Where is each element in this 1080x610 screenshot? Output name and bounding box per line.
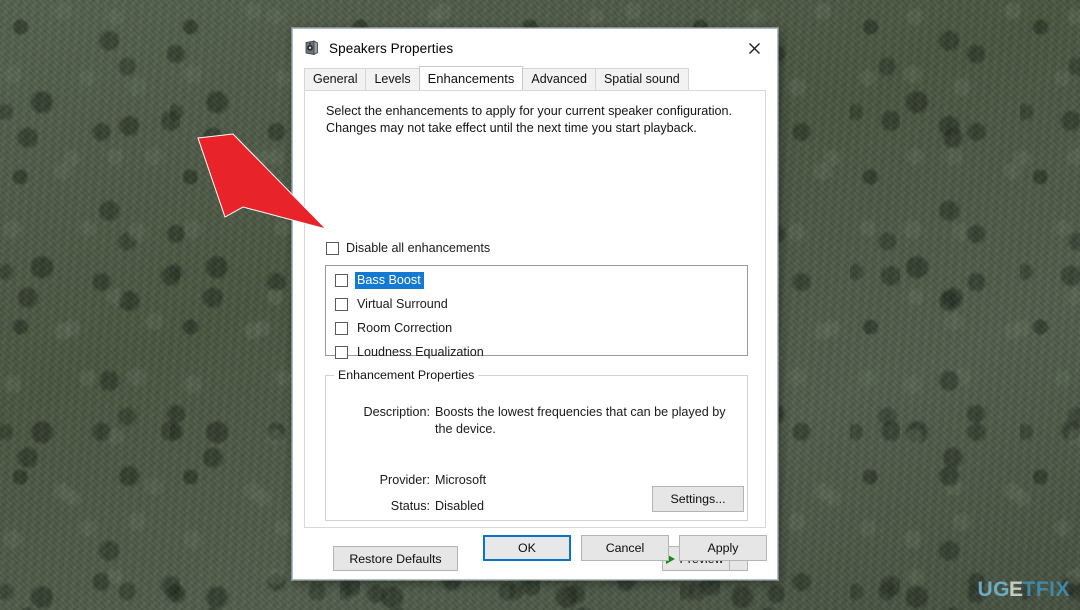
watermark-part-2: E bbox=[1008, 578, 1024, 601]
enhancements-list[interactable]: Bass Boost Virtual Surround Room Correct… bbox=[325, 265, 748, 359]
status-value: Disabled bbox=[435, 499, 485, 513]
tab-enhancements[interactable]: Enhancements bbox=[418, 66, 524, 90]
provider-row: Provider: Microsoft bbox=[362, 472, 487, 489]
intro-text: Select the enhancements to apply for you… bbox=[326, 104, 733, 135]
apply-button[interactable]: Apply bbox=[679, 535, 767, 561]
list-item-room-correction[interactable]: Room Correction bbox=[335, 320, 747, 337]
tab-general[interactable]: General bbox=[304, 68, 367, 90]
watermark-part-1: UG bbox=[977, 578, 1010, 601]
watermark-part-3: TFIX bbox=[1022, 578, 1070, 601]
enhancements-tab-panel: Select the enhancements to apply for you… bbox=[304, 90, 766, 571]
checkbox-unchecked-icon[interactable] bbox=[326, 242, 339, 255]
description-row: Description: Boosts the lowest frequenci… bbox=[362, 404, 734, 437]
settings-button[interactable]: Settings... bbox=[652, 486, 744, 512]
list-item-label: Room Correction bbox=[357, 321, 453, 335]
checkbox-unchecked-icon[interactable] bbox=[335, 298, 348, 311]
tab-advanced[interactable]: Advanced bbox=[522, 68, 596, 90]
enhancement-properties-group: Enhancement Properties Description: Boos… bbox=[325, 368, 748, 521]
list-item-label: Bass Boost bbox=[355, 272, 424, 289]
description-value: Boosts the lowest frequencies that can b… bbox=[435, 405, 726, 436]
disable-all-enhancements-checkbox-row[interactable]: Disable all enhancements bbox=[326, 241, 490, 256]
list-item-label: Loudness Equalization bbox=[357, 345, 484, 359]
title-bar: Speakers Properties bbox=[293, 29, 777, 67]
group-legend: Enhancement Properties bbox=[334, 368, 479, 382]
status-label: Status: bbox=[390, 499, 430, 513]
ugetfix-watermark: UG E TFIX bbox=[977, 578, 1070, 602]
provider-label: Provider: bbox=[379, 473, 430, 487]
tab-strip: General Levels Enhancements Advanced Spa… bbox=[293, 66, 777, 90]
tab-levels[interactable]: Levels bbox=[365, 68, 420, 90]
disable-all-enhancements-label: Disable all enhancements bbox=[346, 241, 491, 255]
window-title: Speakers Properties bbox=[329, 40, 454, 56]
speakers-properties-dialog: Speakers Properties General Levels Enhan… bbox=[292, 28, 778, 580]
checkbox-unchecked-icon[interactable] bbox=[335, 274, 348, 287]
list-item-bass-boost[interactable]: Bass Boost bbox=[335, 272, 747, 289]
dialog-footer: OK Cancel Apply bbox=[293, 523, 777, 579]
checkbox-unchecked-icon[interactable] bbox=[335, 346, 348, 359]
status-row: Status: Disabled bbox=[362, 498, 484, 515]
speaker-icon bbox=[303, 39, 321, 57]
cancel-button[interactable]: Cancel bbox=[581, 535, 669, 561]
list-item-virtual-surround[interactable]: Virtual Surround bbox=[335, 296, 747, 313]
ok-button[interactable]: OK bbox=[483, 535, 571, 561]
description-label: Description: bbox=[363, 405, 431, 419]
tab-spatial-sound[interactable]: Spatial sound bbox=[594, 68, 689, 90]
list-item-loudness-equalization[interactable]: Loudness Equalization bbox=[335, 344, 747, 361]
checkbox-unchecked-icon[interactable] bbox=[335, 322, 348, 335]
close-icon[interactable] bbox=[732, 33, 776, 63]
list-item-label: Virtual Surround bbox=[357, 297, 448, 311]
provider-value: Microsoft bbox=[435, 473, 487, 487]
